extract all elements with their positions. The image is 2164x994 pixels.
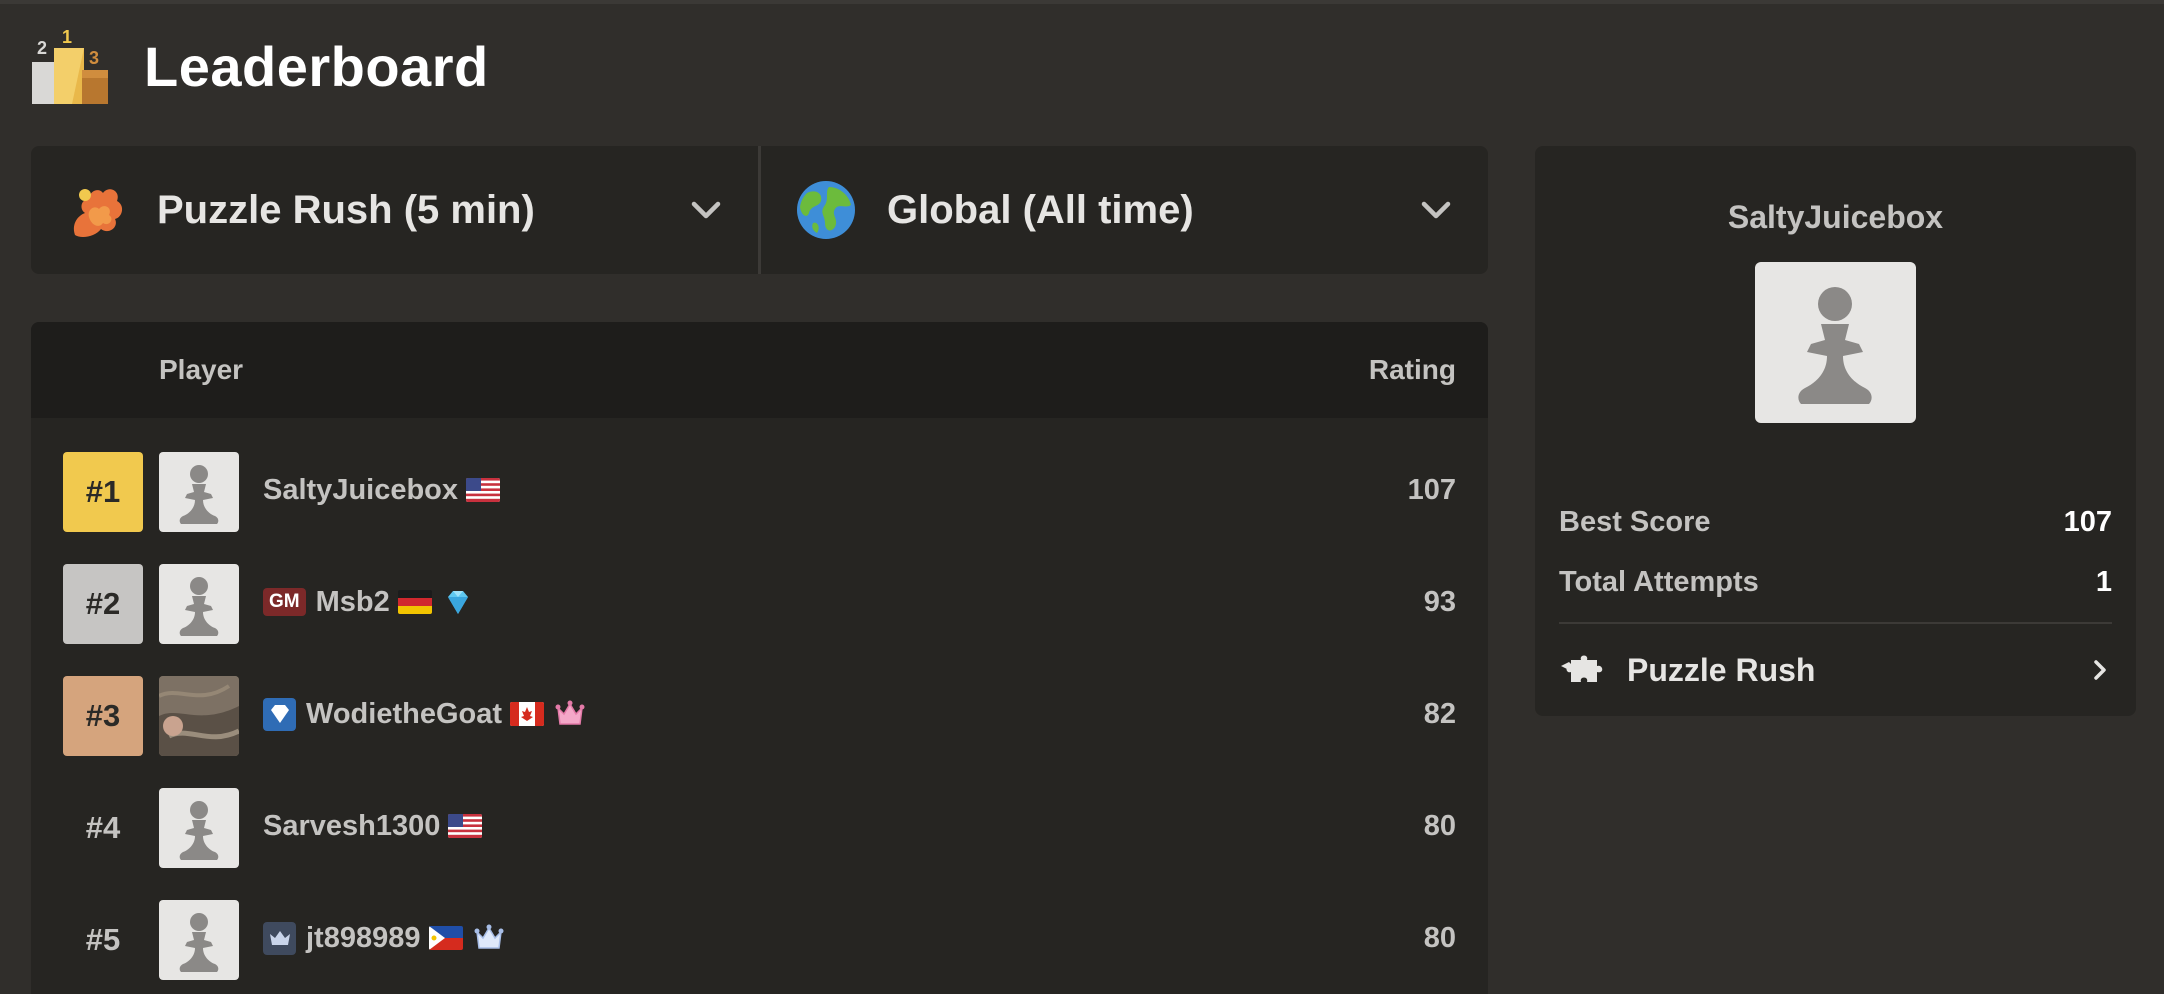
de-flag-icon — [397, 590, 432, 614]
divider — [1559, 622, 2112, 624]
rating-value: 80 — [1423, 921, 1456, 954]
profile-panel: SaltyJuicebox Best Score 107 Total Attem… — [1535, 146, 2136, 716]
player-info: Sarvesh1300 — [263, 770, 492, 882]
us-flag-icon — [466, 478, 501, 502]
username-link[interactable]: Msb2 — [316, 586, 390, 619]
player-info: jt898989 — [263, 882, 505, 994]
puzzle-rush-icon — [65, 179, 127, 241]
diamond-icon — [447, 591, 468, 614]
profile-username[interactable]: SaltyJuicebox — [1535, 199, 2136, 236]
chevron-down-icon — [688, 192, 724, 228]
rating-value: 93 — [1423, 585, 1456, 618]
rank-badge: #4 — [85, 810, 121, 845]
stat-row-total-attempts: Total Attempts 1 — [1559, 562, 2112, 602]
stat-row-best-score: Best Score 107 — [1559, 502, 2112, 542]
page-title: Leaderboard — [144, 34, 489, 98]
column-header-player: Player — [159, 354, 244, 385]
avatar[interactable] — [159, 900, 239, 980]
title-badge: GM — [263, 588, 306, 616]
globe-icon — [795, 179, 857, 241]
stat-label: Best Score — [1559, 505, 1711, 538]
avatar[interactable] — [159, 676, 239, 756]
profile-avatar[interactable] — [1755, 262, 1916, 423]
column-header-rating: Rating — [1368, 354, 1456, 385]
stat-value: 107 — [2063, 505, 2112, 538]
rank-badge: #2 — [63, 564, 143, 644]
us-flag-icon — [448, 814, 483, 838]
player-info: SaltyJuicebox — [263, 434, 510, 546]
leaderboard-table: Player Rating #1 SaltyJuicebox 107 #2 GM… — [31, 322, 1488, 994]
avatar[interactable] — [159, 452, 239, 532]
mode-label: Puzzle Rush (5 min) — [157, 187, 535, 232]
mode-dropdown[interactable]: Puzzle Rush (5 min) — [31, 146, 758, 274]
top-strip — [0, 0, 2164, 4]
table-row[interactable]: #3 WodietheGoat 82 — [31, 658, 1488, 770]
svg-text:3: 3 — [89, 48, 99, 68]
ph-flag-icon — [428, 926, 463, 950]
username-link[interactable]: Sarvesh1300 — [263, 810, 440, 843]
table-row[interactable]: #5 jt898989 80 — [31, 882, 1488, 994]
rating-value: 80 — [1423, 809, 1456, 842]
svg-text:1: 1 — [62, 28, 72, 47]
avatar[interactable] — [159, 788, 239, 868]
crown-badge-icon — [263, 921, 296, 955]
page-header: 2 1 3 Leaderboard — [32, 26, 489, 106]
username-link[interactable]: SaltyJuicebox — [263, 474, 458, 507]
table-row[interactable]: #2 GM Msb2 93 — [31, 546, 1488, 658]
table-header: Player Rating — [31, 322, 1488, 418]
player-info: WodietheGoat — [263, 658, 586, 770]
rank-badge: #5 — [85, 922, 121, 957]
rating-value: 107 — [1407, 473, 1456, 506]
rating-value: 82 — [1423, 697, 1456, 730]
username-link[interactable]: jt898989 — [306, 922, 421, 955]
crown-icon — [474, 924, 503, 949]
puzzle-rush-link-label: Puzzle Rush — [1627, 651, 1816, 688]
scope-label: Global (All time) — [887, 187, 1194, 232]
puzzle-piece-icon — [1559, 652, 1607, 688]
stat-value: 1 — [2095, 565, 2112, 598]
filter-bar: Puzzle Rush (5 min) Global (All time) — [31, 146, 1488, 274]
table-row[interactable]: #1 SaltyJuicebox 107 — [31, 434, 1488, 546]
ca-flag-icon — [510, 702, 545, 726]
puzzle-rush-link[interactable]: Puzzle Rush — [1559, 630, 2112, 710]
table-row[interactable]: #4 Sarvesh1300 80 — [31, 770, 1488, 882]
svg-text:2: 2 — [37, 38, 47, 58]
diamond-badge-icon — [263, 697, 296, 731]
crown-icon — [555, 700, 585, 725]
podium-icon: 2 1 3 — [32, 27, 108, 104]
player-info: GM Msb2 — [263, 546, 474, 658]
stat-label: Total Attempts — [1559, 565, 1759, 598]
avatar[interactable] — [159, 564, 239, 644]
chevron-right-icon — [2088, 658, 2112, 682]
chevron-down-icon — [1418, 192, 1454, 228]
scope-dropdown[interactable]: Global (All time) — [758, 146, 1488, 274]
username-link[interactable]: WodietheGoat — [306, 698, 502, 731]
rank-badge: #3 — [63, 676, 143, 756]
rank-badge: #1 — [63, 452, 143, 532]
